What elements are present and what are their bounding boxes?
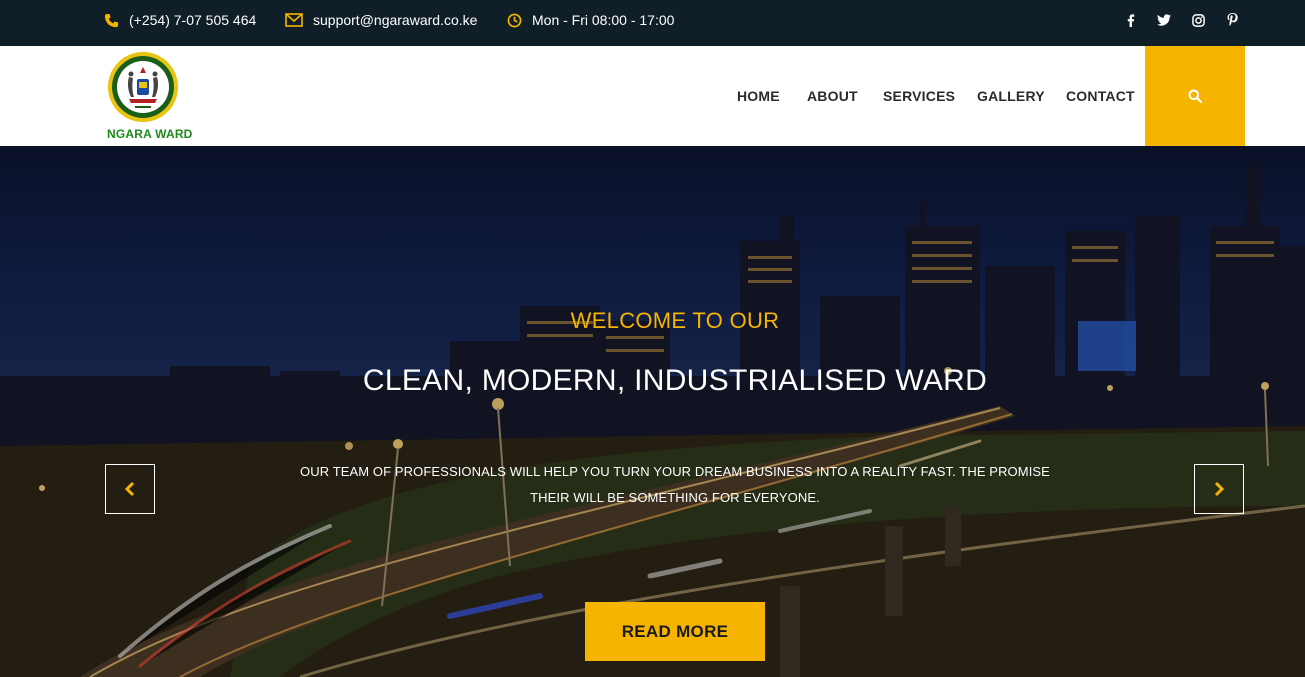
hero-welcome: WELCOME TO OUR bbox=[570, 308, 780, 333]
social-links bbox=[0, 0, 1305, 40]
nav-about[interactable]: ABOUT bbox=[807, 88, 858, 104]
instagram-icon[interactable] bbox=[1191, 13, 1205, 27]
nav-gallery[interactable]: GALLERY bbox=[977, 88, 1045, 104]
hero-description-line-2: THEIR WILL BE SOMETHING FOR EVERYONE. bbox=[530, 490, 820, 505]
nav-contact[interactable]: CONTACT bbox=[1066, 88, 1135, 104]
slider-next-button[interactable] bbox=[1194, 464, 1244, 514]
hero-slider: WELCOME TO OUR CLEAN, MODERN, INDUSTRIAL… bbox=[0, 146, 1305, 677]
chevron-left-icon bbox=[124, 481, 135, 497]
read-more-button[interactable]: READ MORE bbox=[585, 602, 765, 661]
ward-logo[interactable] bbox=[107, 51, 179, 123]
facebook-icon[interactable] bbox=[1124, 13, 1138, 27]
hero-headline: CLEAN, MODERN, INDUSTRIALISED WARD bbox=[362, 364, 988, 397]
slider-prev-button[interactable] bbox=[105, 464, 155, 514]
nav-home[interactable]: HOME bbox=[737, 88, 780, 104]
nav-services[interactable]: SERVICES bbox=[883, 88, 955, 104]
twitter-icon[interactable] bbox=[1157, 13, 1171, 27]
search-button[interactable] bbox=[1145, 46, 1245, 146]
pinterest-icon[interactable] bbox=[1225, 13, 1239, 27]
logo-title: NGARA WARD bbox=[107, 127, 193, 141]
hero-description: OUR TEAM OF PROFESSIONALS WILL HELP YOU … bbox=[300, 459, 1050, 511]
main-header: NGARA WARD HOME ABOUT SERVICES GALLERY C… bbox=[0, 46, 1305, 146]
hero-description-line-1: OUR TEAM OF PROFESSIONALS WILL HELP YOU … bbox=[300, 464, 1050, 479]
search-icon bbox=[1188, 89, 1202, 103]
top-bar: (+254) 7-07 505 464 support@ngaraward.co… bbox=[0, 0, 1305, 46]
chevron-right-icon bbox=[1214, 481, 1225, 497]
hero-overlay bbox=[0, 146, 1305, 677]
